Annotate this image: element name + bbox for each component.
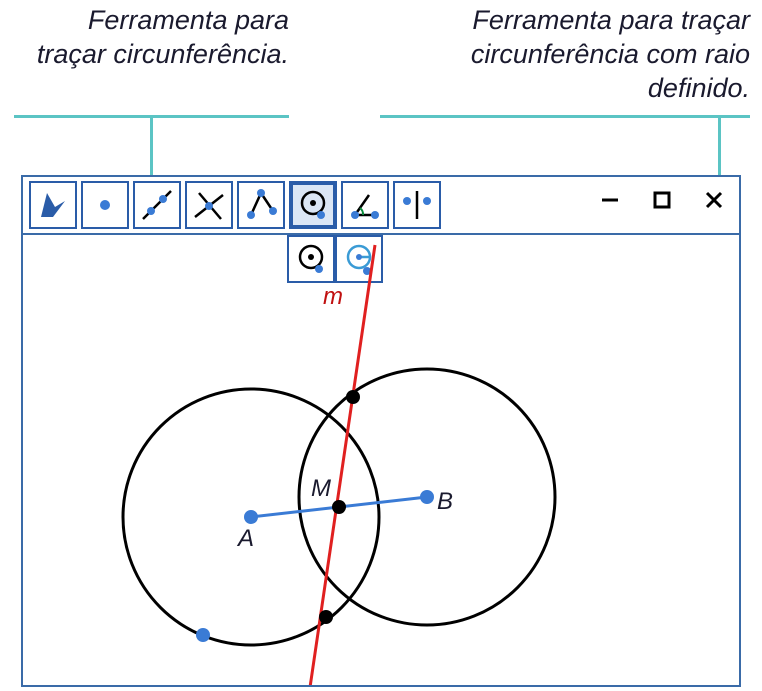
annotation-right-label: Ferramenta para traçar circunferência co… [380, 4, 750, 105]
tool-perpendicular[interactable] [185, 181, 233, 229]
point-b [420, 490, 434, 504]
toolbar [23, 177, 739, 235]
circle-icon [295, 187, 331, 223]
tool-row [29, 181, 441, 229]
label-line-m: m [323, 283, 343, 311]
geometry-svg [23, 235, 739, 685]
point-m [332, 500, 346, 514]
tool-move[interactable] [29, 181, 77, 229]
line-icon [139, 187, 175, 223]
tool-line[interactable] [133, 181, 181, 229]
angle-icon [347, 187, 383, 223]
point-a [244, 510, 258, 524]
label-point-b: B [437, 488, 453, 516]
tool-polygon[interactable] [237, 181, 285, 229]
line-m [303, 245, 375, 685]
arrow-icon [35, 187, 71, 223]
tool-point[interactable] [81, 181, 129, 229]
intersection-top [346, 390, 360, 404]
app-window: m A B M [21, 175, 741, 687]
minimize-icon [600, 190, 620, 210]
close-icon [704, 190, 724, 210]
annotation-left-label: Ferramenta para traçar circunferência. [14, 4, 289, 72]
point-on-circle [196, 628, 210, 642]
intersection-bottom [319, 610, 333, 624]
minimize-button[interactable] [597, 187, 623, 213]
maximize-button[interactable] [649, 187, 675, 213]
reflect-icon [399, 187, 435, 223]
point-icon [87, 187, 123, 223]
tool-reflect[interactable] [393, 181, 441, 229]
polygon-icon [243, 187, 279, 223]
perpendicular-icon [191, 187, 227, 223]
tool-angle[interactable] [341, 181, 389, 229]
geometry-canvas[interactable]: m A B M [23, 235, 739, 685]
window-controls [597, 187, 727, 213]
label-point-m: M [311, 475, 331, 503]
close-button[interactable] [701, 187, 727, 213]
annotation-right-underline [380, 115, 750, 118]
maximize-icon [653, 191, 671, 209]
label-point-a: A [238, 525, 254, 553]
tool-circle-center-point[interactable] [289, 181, 337, 229]
